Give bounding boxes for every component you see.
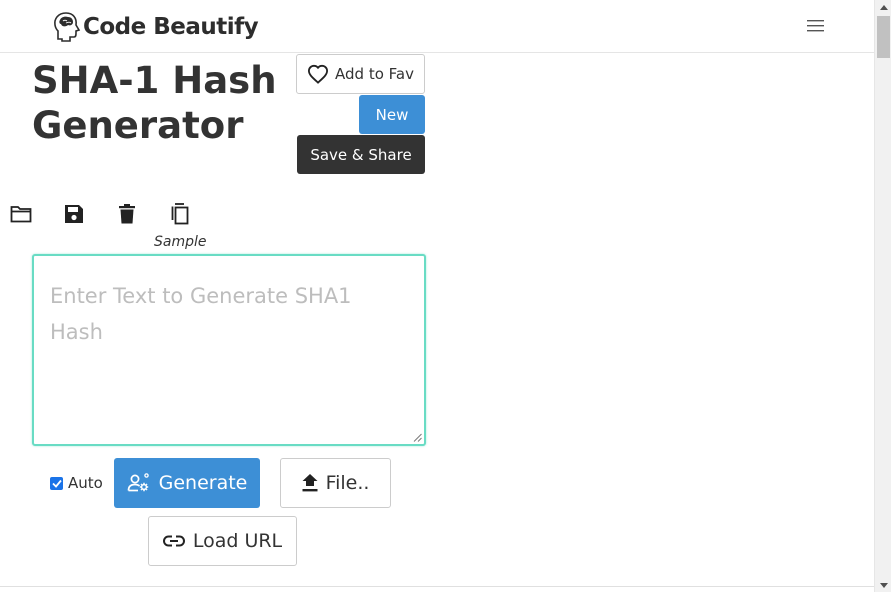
page-viewport: Code Beautify SHA-1 Hash Generator Add t… (0, 0, 874, 592)
save-share-button[interactable]: Save & Share (297, 135, 425, 174)
heart-icon (308, 64, 329, 84)
save-file-button[interactable] (62, 202, 86, 226)
file-upload-button[interactable]: File.. (280, 458, 391, 508)
auto-label: Auto (68, 474, 103, 492)
brand-link[interactable]: Code Beautify (52, 10, 259, 44)
brand-name: Code Beautify (83, 14, 259, 40)
generate-button[interactable]: Generate (114, 458, 260, 508)
load-url-label: Load URL (192, 530, 283, 552)
sample-link[interactable]: Sample (154, 234, 207, 250)
file-label: File.. (325, 472, 370, 494)
checkbox-checked-icon[interactable] (50, 476, 63, 490)
brain-head-icon (54, 12, 81, 42)
generate-label: Generate (158, 472, 248, 494)
link-icon (162, 535, 185, 547)
resize-grip-icon[interactable] (413, 433, 422, 442)
copy-icon (171, 203, 189, 225)
add-to-fav-button[interactable]: Add to Fav (296, 54, 425, 94)
save-icon (65, 205, 83, 223)
scroll-up-arrow-icon[interactable] (875, 0, 891, 14)
trash-icon (119, 204, 135, 224)
copy-button[interactable] (168, 202, 192, 226)
clear-button[interactable] (115, 202, 139, 226)
page-title: SHA-1 Hash Generator (32, 59, 277, 147)
new-button[interactable]: New (359, 95, 425, 134)
menu-toggle-button[interactable] (804, 14, 828, 38)
add-to-fav-label: Add to Fav (335, 65, 414, 83)
folder-open-icon (10, 206, 32, 223)
scrollbar-thumb[interactable] (877, 16, 890, 58)
new-label: New (375, 105, 409, 124)
section-divider (0, 586, 874, 587)
load-url-button[interactable]: Load URL (148, 516, 297, 566)
text-input-wrapper (32, 254, 426, 446)
upload-icon (302, 473, 318, 491)
hamburger-icon (807, 20, 824, 32)
text-input[interactable] (34, 256, 424, 444)
save-share-label: Save & Share (310, 145, 412, 164)
navbar: Code Beautify (0, 0, 874, 53)
auto-checkbox[interactable]: Auto (50, 474, 103, 492)
scroll-down-arrow-icon[interactable] (875, 578, 891, 592)
user-gear-icon (127, 473, 149, 492)
open-file-button[interactable] (9, 202, 33, 226)
vertical-scrollbar[interactable] (874, 0, 891, 592)
